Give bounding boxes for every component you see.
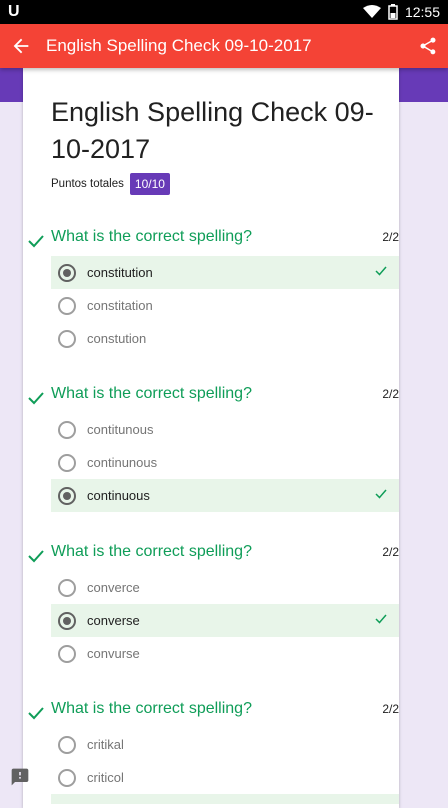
question-1: What is the correct spelling? 2/2 consti… — [23, 228, 399, 348]
check-icon — [375, 489, 387, 499]
radio-icon — [58, 420, 76, 439]
option: constution — [51, 322, 399, 355]
radio-selected-icon — [58, 611, 76, 630]
share-icon[interactable] — [418, 36, 438, 56]
back-arrow-icon[interactable] — [10, 35, 32, 57]
question-text: What is the correct spelling? — [51, 700, 252, 717]
question-score: 2/2 — [382, 702, 399, 716]
battery-icon — [388, 4, 398, 20]
points-label: Puntos totales — [51, 178, 124, 190]
total-points: Puntos totales 10/10 — [51, 173, 170, 195]
radio-selected-icon — [58, 263, 76, 282]
question-text: What is the correct spelling? — [51, 543, 252, 560]
option: constitation — [51, 289, 399, 322]
form-title: English Spelling Check 09-10-2017 — [51, 97, 374, 164]
status-bar: U 12:55 — [0, 0, 448, 24]
clock: 12:55 — [404, 4, 440, 20]
question-4: What is the correct spelling? 2/2 critik… — [23, 700, 399, 804]
question-2: What is the correct spelling? 2/2 contit… — [23, 385, 399, 512]
carrier-icon: U — [8, 3, 20, 20]
correct-check-icon — [28, 707, 44, 720]
option-label: continuous — [87, 488, 150, 503]
wifi-icon — [362, 5, 381, 18]
option-label: convurse — [87, 646, 140, 661]
feedback-icon[interactable] — [10, 767, 30, 787]
option-label: contitunous — [87, 422, 154, 437]
correct-check-icon — [28, 235, 44, 248]
points-badge: 10/10 — [129, 173, 170, 195]
correct-check-icon — [28, 550, 44, 563]
option-label: criticol — [87, 770, 124, 785]
question-text: What is the correct spelling? — [51, 228, 252, 245]
option-label: converce — [87, 580, 140, 595]
check-icon — [375, 614, 387, 624]
form-card: English Spelling Check 09-10-2017 Puntos… — [23, 68, 399, 808]
radio-icon — [58, 735, 76, 754]
question-score: 2/2 — [382, 230, 399, 244]
check-icon — [375, 266, 387, 276]
correct-check-icon — [28, 392, 44, 405]
option: contitunous — [51, 413, 399, 446]
question-score: 2/2 — [382, 545, 399, 559]
question-text: What is the correct spelling? — [51, 385, 252, 402]
option: convurse — [51, 637, 399, 670]
option-partial — [51, 794, 399, 804]
option-label: constitation — [87, 298, 153, 313]
radio-icon — [58, 329, 76, 348]
option-label: continunous — [87, 455, 158, 470]
option: converse — [51, 604, 399, 637]
option: criticol — [51, 761, 399, 794]
radio-icon — [58, 296, 76, 315]
option: converce — [51, 571, 399, 604]
app-toolbar: English Spelling Check 09-10-2017 — [0, 24, 448, 68]
option: continuous — [51, 479, 399, 512]
option-label: constitution — [87, 265, 153, 280]
option-label: critikal — [87, 737, 124, 752]
radio-icon — [58, 644, 76, 663]
radio-icon — [58, 578, 76, 597]
question-3: What is the correct spelling? 2/2 conver… — [23, 543, 399, 663]
toolbar-title: English Spelling Check 09-10-2017 — [46, 36, 312, 55]
option-label: converse — [87, 613, 140, 628]
option: constitution — [51, 256, 399, 289]
option: continunous — [51, 446, 399, 479]
radio-selected-icon — [58, 486, 76, 505]
option-label: constution — [87, 331, 147, 346]
question-score: 2/2 — [382, 387, 399, 401]
option: critikal — [51, 728, 399, 761]
radio-icon — [58, 768, 76, 787]
radio-icon — [58, 453, 76, 472]
